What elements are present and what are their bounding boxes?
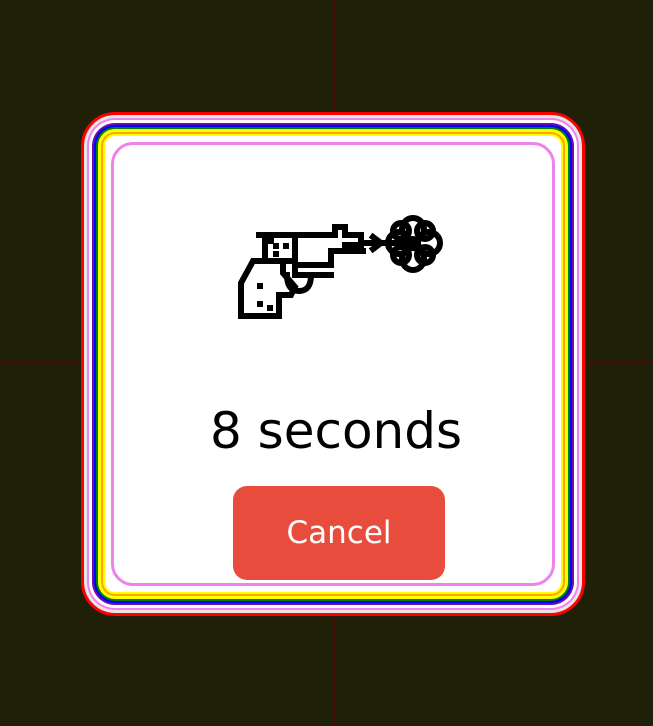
cancel-button[interactable]: Cancel [233, 486, 445, 580]
countdown-text: 8 seconds [209, 402, 463, 460]
screen: 8 seconds Cancel [0, 0, 653, 726]
countdown-dialog: 8 seconds Cancel [81, 112, 585, 616]
revolver-with-flower-icon [235, 213, 453, 323]
dialog-content: 8 seconds Cancel [111, 142, 555, 586]
